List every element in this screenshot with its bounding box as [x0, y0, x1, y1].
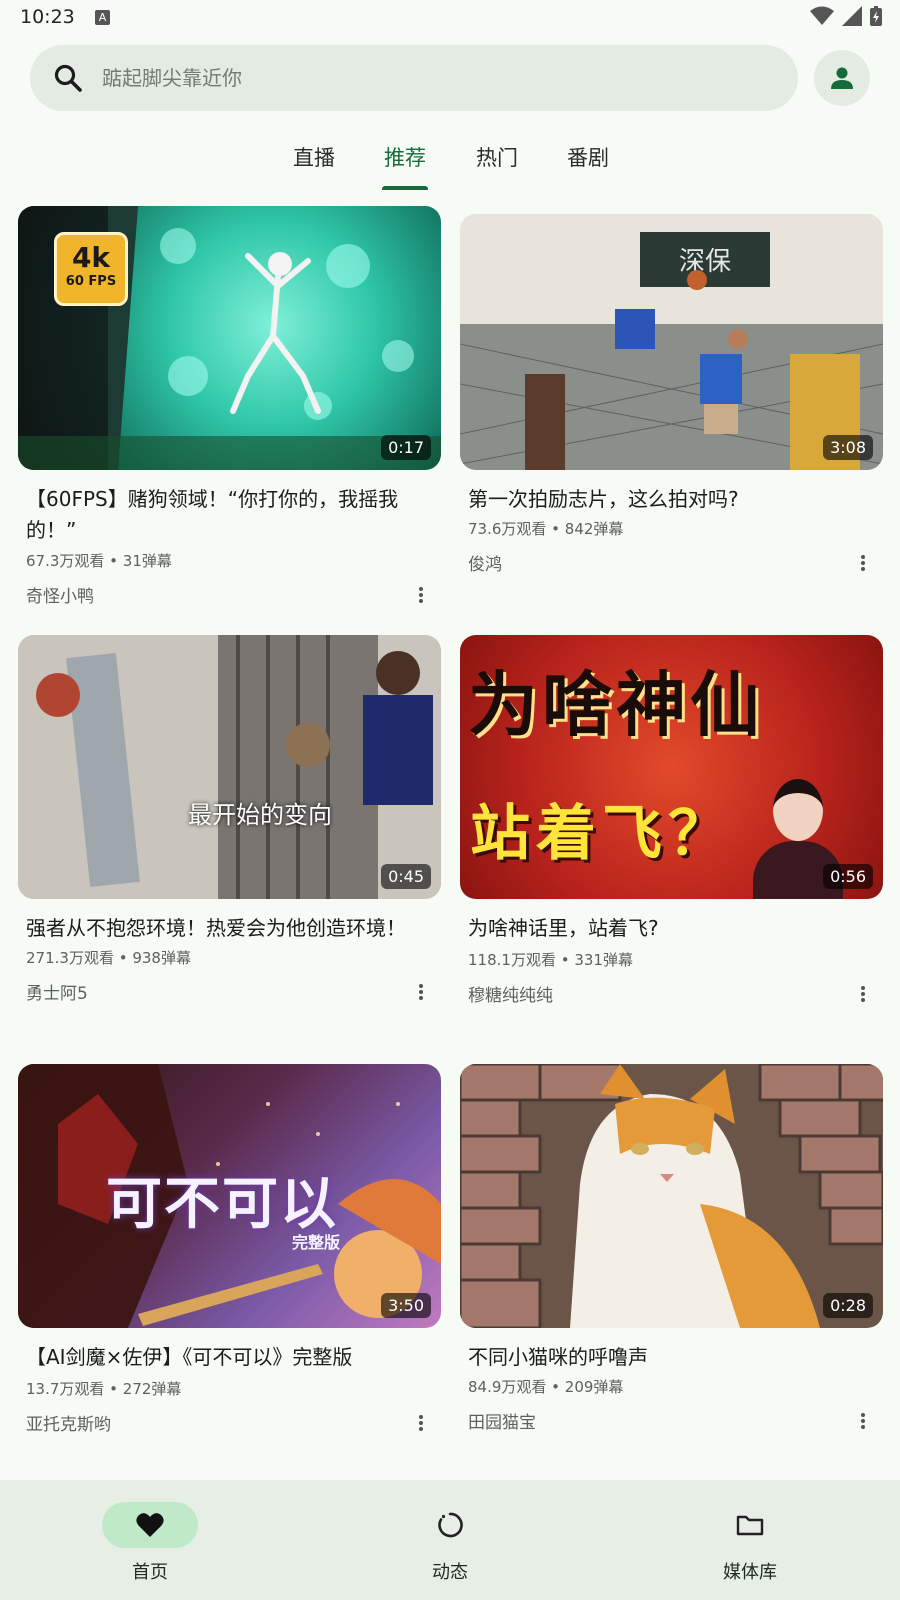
- tab-anime[interactable]: 番剧: [565, 142, 611, 190]
- more-options-icon[interactable]: [855, 1410, 871, 1432]
- video-title[interactable]: 【AI剑魔×佐伊】《可不可以》完整版: [26, 1342, 426, 1373]
- thumbnail-art: [18, 635, 441, 899]
- video-duration: 0:17: [381, 435, 431, 460]
- search-input[interactable]: [102, 55, 762, 101]
- thumbnail-art: [460, 1064, 883, 1328]
- person-icon: [831, 67, 853, 89]
- tab-indicator: [382, 186, 428, 190]
- folder-icon: [736, 1515, 764, 1536]
- thumbnail-subheadline: 完整版: [292, 1233, 341, 1252]
- video-thumbnail[interactable]: 深保 3:08: [460, 214, 883, 470]
- nav-library-pill: [702, 1502, 798, 1548]
- tab-live[interactable]: 直播: [290, 142, 338, 190]
- video-thumbnail[interactable]: 为啥神仙 站着飞？ 0:56: [460, 635, 883, 899]
- account-button[interactable]: [814, 50, 870, 106]
- video-card[interactable]: 深保 3:08 第一次拍励志片，这么拍对吗? 73.6万观看 • 842弹幕 俊…: [460, 206, 883, 606]
- video-card[interactable]: 最开始的变向 0:45 强者从不抱怨环境！热爱会为他创造环境！ 271.3万观看…: [18, 635, 441, 1015]
- nav-dynamic[interactable]: 动态: [370, 1502, 530, 1584]
- video-thumbnail[interactable]: 4k 60 FPS 0:17: [18, 206, 441, 470]
- video-title[interactable]: 强者从不抱怨环境！热爱会为他创造环境！: [26, 913, 426, 944]
- nav-label: 动态: [432, 1562, 468, 1583]
- video-author[interactable]: 田园猫宝: [468, 1408, 536, 1433]
- video-card[interactable]: 为啥神仙 站着飞？ 0:56 为啥神话里，站着飞? 118.1万观看 • 331…: [460, 635, 883, 1015]
- wifi-icon: [810, 6, 834, 25]
- video-duration: 0:56: [823, 864, 873, 889]
- tab-label: 热门: [476, 146, 518, 170]
- more-options-icon[interactable]: [413, 1412, 429, 1434]
- video-author[interactable]: 勇士阿5: [26, 979, 88, 1004]
- thumbnail-text: 深保: [679, 247, 731, 277]
- thumbnail-subheadline: 站着飞？: [470, 799, 734, 869]
- nav-label: 媒体库: [723, 1562, 777, 1583]
- video-title[interactable]: 第一次拍励志片，这么拍对吗?: [468, 484, 868, 515]
- video-author[interactable]: 亚托克斯哟: [26, 1410, 111, 1435]
- tab-label: 直播: [293, 146, 335, 170]
- video-title[interactable]: 不同小猫咪的呼噜声: [468, 1342, 868, 1373]
- video-thumbnail[interactable]: 最开始的变向 0:45: [18, 635, 441, 899]
- thumbnail-headline: 可不可以: [106, 1172, 338, 1237]
- more-options-icon[interactable]: [413, 584, 429, 606]
- video-author[interactable]: 穆糖纯纯纯: [468, 981, 553, 1006]
- category-tabs: 直播 推荐 热门 番剧: [0, 130, 900, 190]
- video-duration: 3:08: [823, 435, 873, 460]
- video-author[interactable]: 俊鸿: [468, 550, 502, 575]
- thumbnail-headline: 为啥神仙: [468, 664, 764, 746]
- video-stats: 13.7万观看 • 272弹幕: [26, 1380, 182, 1398]
- notification-icon: A: [95, 10, 110, 25]
- video-title[interactable]: 【60FPS】赌狗领域！“你打你的，我摇我的！”: [26, 484, 426, 546]
- status-icons: [810, 6, 882, 26]
- video-author[interactable]: 奇怪小鸭: [26, 582, 94, 607]
- video-stats: 67.3万观看 • 31弹幕: [26, 552, 172, 570]
- nav-label: 首页: [132, 1562, 168, 1583]
- video-card[interactable]: 4k 60 FPS 0:17 【60FPS】赌狗领域！“你打你的，我摇我的！” …: [18, 206, 441, 607]
- battery-icon: [870, 6, 882, 26]
- tab-label: 番剧: [567, 146, 609, 170]
- nav-library[interactable]: 媒体库: [670, 1502, 830, 1584]
- video-stats: 271.3万观看 • 938弹幕: [26, 949, 191, 967]
- heart-icon: [136, 1513, 164, 1537]
- video-stats: 73.6万观看 • 842弹幕: [468, 520, 624, 538]
- video-thumbnail[interactable]: 可不可以 完整版 3:50: [18, 1064, 441, 1328]
- bottom-navigation: 首页 动态 媒体库: [0, 1480, 900, 1600]
- nav-dynamic-pill: [402, 1502, 498, 1548]
- video-thumbnail[interactable]: 0:28: [460, 1064, 883, 1328]
- search-bar[interactable]: [30, 45, 798, 111]
- nav-home[interactable]: 首页: [70, 1502, 230, 1584]
- quality-badge-sub: 60 FPS: [65, 274, 117, 289]
- more-options-icon[interactable]: [413, 981, 429, 1003]
- tab-label: 推荐: [384, 146, 426, 170]
- signal-icon: [842, 6, 862, 26]
- video-card[interactable]: 可不可以 完整版 3:50 【AI剑魔×佐伊】《可不可以》完整版 13.7万观看…: [18, 1064, 441, 1444]
- status-bar: 10:23 A: [0, 0, 900, 36]
- video-duration: 3:50: [381, 1293, 431, 1318]
- thumbnail-art: 深保: [460, 214, 883, 470]
- thumbnail-caption: 最开始的变向: [188, 801, 332, 829]
- video-title[interactable]: 为啥神话里，站着飞?: [468, 913, 868, 944]
- nav-home-pill: [102, 1502, 198, 1548]
- quality-badge-label: 4k: [71, 241, 111, 274]
- video-stats: 84.9万观看 • 209弹幕: [468, 1378, 624, 1396]
- quality-badge: 4k 60 FPS: [54, 232, 128, 306]
- status-time: 10:23: [20, 6, 75, 28]
- refresh-icon: [438, 1512, 463, 1538]
- video-card[interactable]: 0:28 不同小猫咪的呼噜声 84.9万观看 • 209弹幕 田园猫宝: [460, 1064, 883, 1444]
- more-options-icon[interactable]: [855, 983, 871, 1005]
- search-icon: [54, 64, 82, 92]
- tab-recommend[interactable]: 推荐: [382, 142, 428, 190]
- video-duration: 0:28: [823, 1293, 873, 1318]
- video-stats: 118.1万观看 • 331弹幕: [468, 951, 633, 969]
- video-duration: 0:45: [381, 864, 431, 889]
- tab-hot[interactable]: 热门: [474, 142, 520, 190]
- more-options-icon[interactable]: [855, 552, 871, 574]
